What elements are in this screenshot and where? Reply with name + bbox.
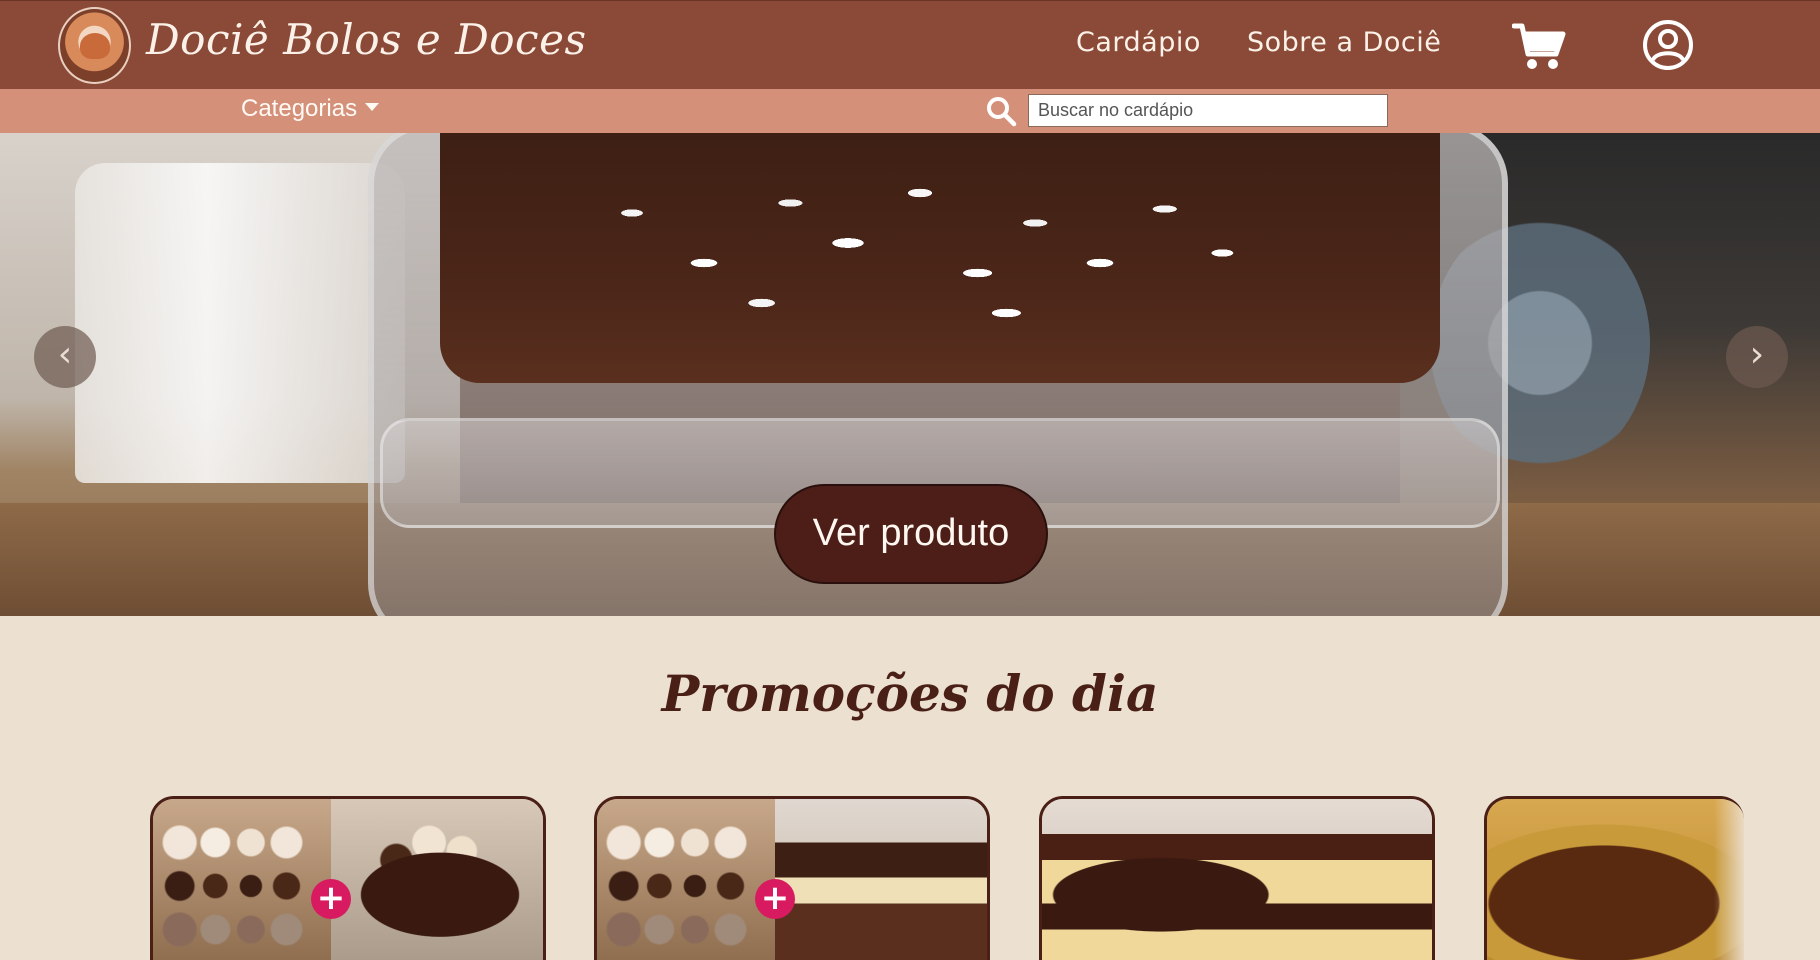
view-product-button[interactable]: Ver produto [774, 484, 1048, 584]
promo-section-title: Promoções do dia [661, 664, 1159, 723]
cart-icon[interactable] [1512, 20, 1566, 72]
sub-navbar: Categorias [0, 89, 1820, 133]
categories-label: Categorias [241, 95, 358, 122]
promo-card[interactable]: + [594, 796, 990, 960]
promo-card-image-layered-cake [1042, 799, 1432, 960]
nav-link-cardapio[interactable]: Cardápio [1076, 27, 1201, 58]
caret-down-icon [365, 102, 380, 111]
carousel-fade [1714, 799, 1744, 960]
plus-icon: + [311, 879, 351, 919]
promo-card[interactable] [1039, 796, 1435, 960]
brand-name[interactable]: Dociê Bolos e Doces [146, 15, 587, 64]
categories-dropdown[interactable]: Categorias [241, 95, 380, 123]
plus-icon: + [755, 879, 795, 919]
promo-card-image-cake [331, 799, 543, 960]
user-circle-icon[interactable] [1642, 19, 1694, 71]
search-input[interactable] [1028, 94, 1388, 127]
promo-card-image-pudding [1487, 799, 1744, 960]
promo-card[interactable] [1484, 796, 1744, 960]
nav-link-sobre[interactable]: Sobre a Dociê [1247, 27, 1441, 58]
promo-card[interactable]: + [150, 796, 546, 960]
carousel-next-button[interactable]: › [1726, 326, 1788, 388]
promo-card-image-truffles [597, 799, 775, 960]
promo-card-image-truffles [153, 799, 331, 960]
search-icon[interactable] [985, 95, 1017, 127]
carousel-prev-button[interactable]: ‹ [34, 326, 96, 388]
brand-logo[interactable] [58, 7, 131, 84]
promo-card-image-cup-dessert [775, 799, 987, 960]
hero-coconut-topping [560, 153, 1280, 353]
top-navbar: Dociê Bolos e Doces Cardápio Sobre a Doc… [0, 0, 1820, 89]
hero-gift-bag [75, 163, 405, 483]
